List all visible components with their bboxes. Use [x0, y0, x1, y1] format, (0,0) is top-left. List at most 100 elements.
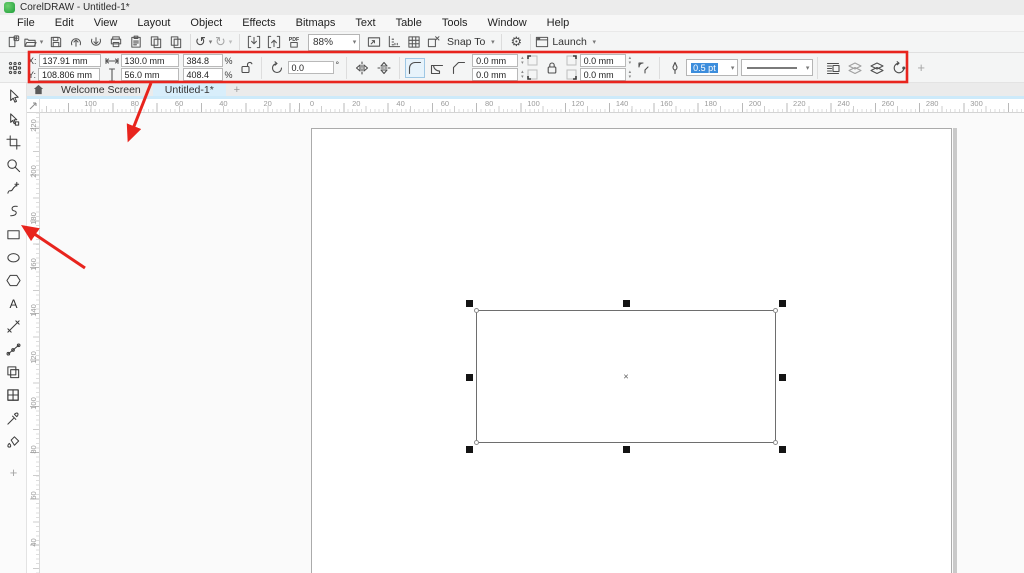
undo-button[interactable]: ↺▾	[195, 33, 215, 52]
selection-handle-n[interactable]	[623, 300, 630, 307]
object-origin-selector[interactable]	[5, 58, 25, 78]
rotation-angle-field[interactable]: 0.0	[288, 61, 334, 74]
toolbox-drop-shadow-tool[interactable]	[4, 363, 23, 382]
scale-y-field[interactable]: 408.4	[183, 68, 223, 81]
toolbox-parallel-dimension-tool[interactable]	[4, 317, 23, 336]
selection-handle-sw[interactable]	[466, 446, 473, 453]
x-position-field[interactable]: 137.91 mm	[39, 54, 101, 67]
vertical-ruler[interactable]: 220200180160140120100806040	[27, 113, 40, 573]
copy-button[interactable]	[146, 33, 166, 52]
toolbox-zoom-tool[interactable]	[4, 156, 23, 175]
toolbox-color-eyedropper-tool[interactable]	[4, 409, 23, 428]
chamfered-corner-icon[interactable]	[449, 58, 469, 78]
toolbox-interactive-fill-tool[interactable]	[4, 432, 23, 451]
menu-effects[interactable]: Effects	[232, 16, 285, 31]
toolbox-freehand-tool[interactable]	[4, 179, 23, 198]
menu-layout[interactable]: Layout	[127, 16, 180, 31]
chevron-down-icon[interactable]: ▾	[206, 38, 215, 46]
menu-tools[interactable]: Tools	[432, 16, 478, 31]
chevron-down-icon[interactable]: ▾	[488, 38, 497, 46]
convert-to-curves-icon[interactable]	[889, 58, 909, 78]
chevron-down-icon[interactable]: ▾	[226, 38, 235, 46]
toolbox-text-tool[interactable]: A	[4, 294, 23, 313]
paste-button[interactable]	[126, 33, 146, 52]
menu-object[interactable]: Object	[180, 16, 232, 31]
stepper-icon[interactable]: ▴▾	[521, 70, 524, 80]
corner-radius-br-field[interactable]: 0.0 mm	[580, 68, 626, 81]
mirror-horizontal-icon[interactable]	[352, 58, 372, 78]
new-tab-button[interactable]: +	[226, 83, 248, 96]
horizontal-ruler[interactable]: 1008060402002040608010012014016018020022…	[40, 99, 1024, 113]
toolbox-transparency-tool[interactable]	[4, 386, 23, 405]
arrow-up-circle-button[interactable]	[66, 33, 86, 52]
corner-radius-tr-field[interactable]: 0.0 mm	[580, 54, 626, 67]
to-back-of-layer-icon[interactable]	[845, 58, 865, 78]
scalloped-corner-icon[interactable]	[427, 58, 447, 78]
toolbox-shape-tool[interactable]	[4, 110, 23, 129]
corner-node[interactable]	[474, 440, 479, 445]
toolbox-crop-tool[interactable]	[4, 133, 23, 152]
options-button[interactable]: ⚙	[506, 33, 526, 52]
new-document-button[interactable]	[3, 33, 23, 52]
corner-node[interactable]	[773, 308, 778, 313]
home-icon[interactable]	[27, 83, 49, 96]
toolbox-ellipse-tool[interactable]	[4, 248, 23, 267]
line-style-combo[interactable]: ▾	[741, 59, 813, 76]
menu-window[interactable]: Window	[478, 16, 537, 31]
menu-text[interactable]: Text	[345, 16, 385, 31]
selection-handle-ne[interactable]	[779, 300, 786, 307]
add-plus-icon[interactable]: +	[911, 58, 931, 78]
mirror-vertical-icon[interactable]	[374, 58, 394, 78]
toolbox-artistic-media-tool[interactable]	[4, 202, 23, 221]
tab-untitled-1-[interactable]: Untitled-1*	[153, 83, 226, 96]
chevron-down-icon[interactable]: ▾	[803, 64, 812, 72]
menu-help[interactable]: Help	[537, 16, 580, 31]
selection-handle-s[interactable]	[623, 446, 630, 453]
zoom-level-combo[interactable]: 88%▾	[308, 34, 360, 51]
toolbox-rectangle-tool[interactable]	[4, 225, 23, 244]
snap-to-dropdown[interactable]: Snap To▾	[444, 33, 497, 52]
wrap-text-icon[interactable]	[823, 58, 843, 78]
export-button[interactable]	[264, 33, 284, 52]
chevron-down-icon[interactable]: ▾	[590, 38, 599, 46]
selected-rectangle-object[interactable]: ×	[476, 310, 776, 443]
selection-handle-se[interactable]	[779, 446, 786, 453]
import-button[interactable]	[244, 33, 264, 52]
fillet-scallop-chamfer-icon[interactable]	[634, 58, 654, 78]
print-button[interactable]	[106, 33, 126, 52]
open-button[interactable]: ▾	[23, 33, 46, 52]
save-button[interactable]	[46, 33, 66, 52]
menu-edit[interactable]: Edit	[45, 16, 84, 31]
redo-button[interactable]: ↻▾	[215, 33, 235, 52]
to-front-of-layer-icon[interactable]	[867, 58, 887, 78]
menu-table[interactable]: Table	[386, 16, 432, 31]
selection-handle-w[interactable]	[466, 374, 473, 381]
y-position-field[interactable]: 108.806 mm	[38, 68, 100, 81]
chevron-down-icon[interactable]: ▾	[37, 38, 46, 46]
ruler-origin-icon[interactable]	[27, 99, 40, 113]
publish-pdf-button[interactable]: PDF	[284, 33, 304, 52]
stepper-icon[interactable]: ▴▾	[629, 56, 632, 66]
lock-ratio-icon[interactable]	[236, 58, 256, 78]
duplicate-button[interactable]	[166, 33, 186, 52]
relative-corner-lock-icon[interactable]	[542, 58, 562, 78]
drawing-canvas[interactable]: ×	[40, 113, 1024, 573]
show-grid-button[interactable]	[404, 33, 424, 52]
toolbox-pick-tool[interactable]	[4, 87, 23, 106]
menu-file[interactable]: File	[7, 16, 45, 31]
chevron-down-icon[interactable]: ▾	[728, 64, 737, 72]
corner-node[interactable]	[474, 308, 479, 313]
toolbox-connector-tool[interactable]	[4, 340, 23, 359]
full-screen-preview-button[interactable]	[364, 33, 384, 52]
scale-x-field[interactable]: 384.8	[183, 54, 223, 67]
corner-node[interactable]	[773, 440, 778, 445]
chevron-down-icon[interactable]: ▾	[350, 38, 359, 46]
object-width-field[interactable]: 130.0 mm	[121, 54, 179, 67]
corner-radius-tl-field[interactable]: 0.0 mm	[472, 54, 518, 67]
tab-welcome-screen[interactable]: Welcome Screen	[49, 83, 153, 96]
outline-width-combo[interactable]: 0.5 pt ▾	[686, 59, 738, 76]
snap-off-button[interactable]	[424, 33, 444, 52]
round-corner-icon[interactable]	[405, 58, 425, 78]
launch-dropdown[interactable]: Launch▾	[535, 33, 598, 52]
stepper-icon[interactable]: ▴▾	[521, 56, 524, 66]
